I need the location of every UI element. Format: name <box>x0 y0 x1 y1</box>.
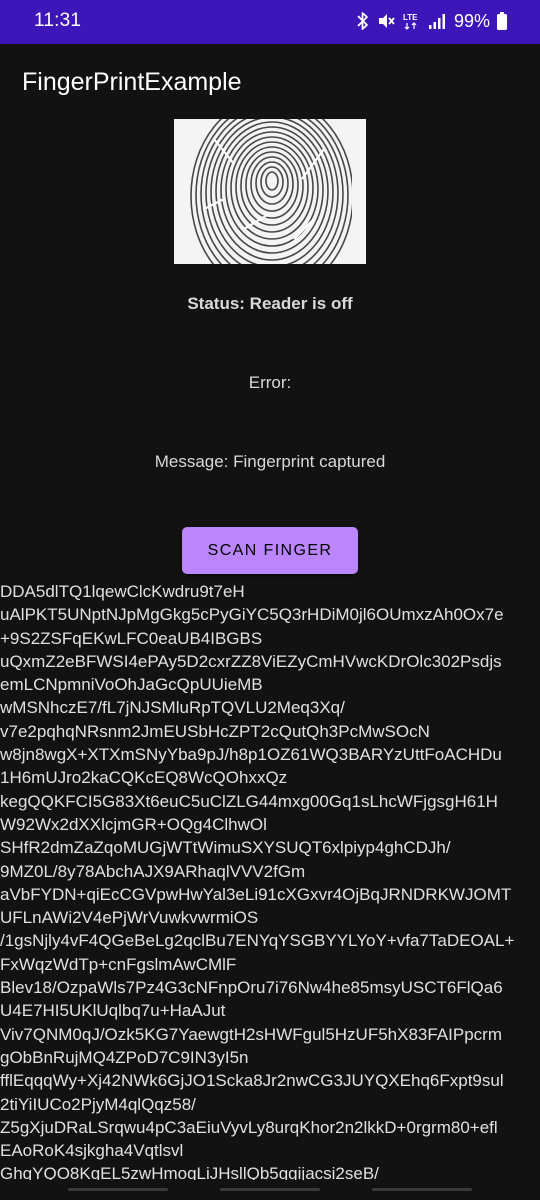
error-text: Error: <box>248 373 292 392</box>
template-line: Z5gXjuDRaLSrqwu4pC3aEiuVyvLy8urqKhor2n2l… <box>0 1117 498 1137</box>
message-text: Message: Fingerprint captured <box>154 452 386 471</box>
template-line: UFLnAWi2V4ePjWrVuwkvwrmiOS <box>0 908 259 928</box>
scan-finger-button[interactable]: SCAN FINGER <box>182 527 358 574</box>
battery-icon <box>496 9 508 33</box>
status-text: Status: Reader is off <box>187 294 353 313</box>
template-line: /1gsNjly4vF4QGeBeLg2qclBu7ENYqYSGBYYLYoY… <box>0 931 515 951</box>
template-line: wMSNhczE7/fL7jNJSMluRpTQVLU2Meq3Xq/ <box>0 698 345 718</box>
template-line: 1H6mUJro2kaCQKcEQ8WcQOhxxQz <box>0 768 288 788</box>
template-line: EAoRoK4sjkgha4Vqtlsvl <box>0 1141 184 1161</box>
template-line: W92Wx2dXXlcjmGR+OQg4ClhwOl <box>0 814 267 834</box>
template-line: Viv7QNM0qJ/Ozk5KG7YaewgtH2sHWFgul5HzUF5h… <box>0 1024 502 1044</box>
status-icons: LTE 99% <box>356 9 508 33</box>
app-title: FingerPrintExample <box>22 68 242 96</box>
lte-icon: LTE <box>402 9 422 33</box>
template-line: emLCNpmniVoOhJaGcQpUUieMB <box>0 675 263 695</box>
battery-percent: 99% <box>453 10 490 31</box>
nav-recents-handle[interactable] <box>372 1188 472 1191</box>
template-line: fflEqqqWy+Xj42NWk6GjJO1Scka8Jr2nwCG3JUYQ… <box>0 1071 504 1091</box>
lte-label: LTE <box>403 13 418 22</box>
template-line: w8jn8wgX+XTXmSNyYba9pJ/h8p1OZ61WQ3BARYzU… <box>0 745 502 765</box>
template-line: kegQQKFCI5G83Xt6euC5uClZLG44mxg00Gq1sLhc… <box>0 791 498 811</box>
template-line: DDA5dlTQ1lqewClcKwdru9t7eH <box>0 582 245 601</box>
template-line: uAlPKT5UNptNJpMgGkg5cPyGiYC5Q3rHDiM0jl6O… <box>0 605 504 625</box>
bluetooth-icon <box>356 9 370 33</box>
status-bar: 11:31 LTE 99% <box>0 0 540 44</box>
fingerprint-image <box>174 119 366 264</box>
template-line: FxWqzWdTp+cnFgslmAwCMlF <box>0 954 237 974</box>
nav-home-handle[interactable] <box>220 1188 320 1191</box>
fingerprint-template-text: DDA5dlTQ1lqewClcKwdru9t7eH uAlPKT5UNptNJp… <box>0 580 540 1186</box>
template-line: 9MZ0L/8y78AbchAJX9ARhaqlVVV2fGm <box>0 861 306 881</box>
template-line: U4E7HI5UKlUqlbq7u+HaAJut <box>0 1001 226 1021</box>
nav-back-handle[interactable] <box>68 1188 168 1191</box>
signal-icon <box>428 9 446 33</box>
status-time: 11:31 <box>34 10 82 31</box>
template-line: uQxmZ2eBFWSI4ePAy5D2cxrZZ8ViEZyCmHVwcKDr… <box>0 651 502 671</box>
template-line: SHfR2dmZaZqoMUGjWTtWimuSXYSUQT6xlpiyp4gh… <box>0 838 451 858</box>
mute-icon <box>376 9 396 33</box>
template-line: Blev18/OzpaWls7Pz4G3cNFnpOru7i76Nw4he85m… <box>0 978 503 998</box>
navigation-bar <box>0 1180 540 1200</box>
template-line: gObBnRujMQ4ZPoD7C9IN3yI5n <box>0 1047 249 1067</box>
template-line: +9S2ZSFqEKwLFC0eaUB4IBGBS <box>0 628 263 648</box>
template-line: v7e2pqhqNRsnm2JmEUSbHcZPT2cQutQh3PcMwSOc… <box>0 721 430 741</box>
template-line: 2tiYiIUCo2PjyM4qlQqz58/ <box>0 1094 196 1114</box>
template-line: aVbFYDN+qiEcCGVpwHwYal3eLi91cXGxvr4OjBqJ… <box>0 884 512 904</box>
